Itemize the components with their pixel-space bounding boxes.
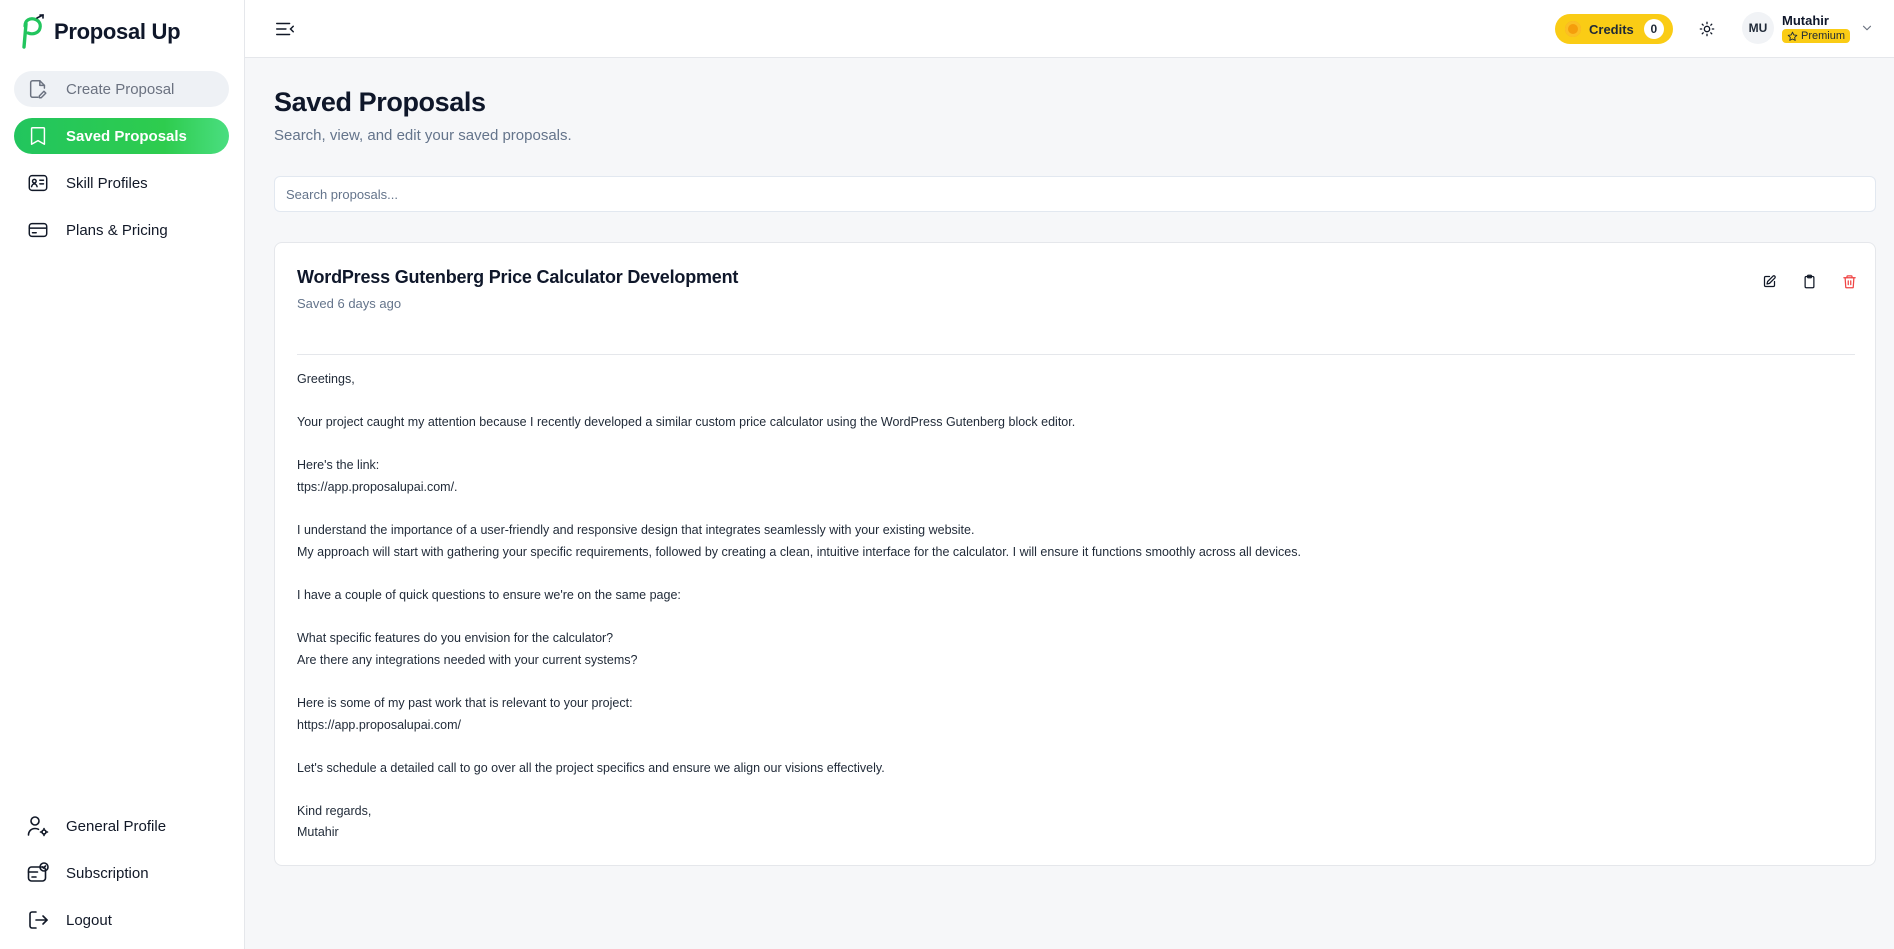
file-edit-icon	[26, 77, 50, 101]
app-logo[interactable]: Proposal Up	[20, 14, 181, 50]
user-menu[interactable]: MU Mutahir Premium	[1742, 12, 1874, 44]
id-card-icon	[26, 171, 50, 195]
star-icon	[1787, 31, 1798, 41]
proposal-line	[297, 499, 1847, 521]
proposal-line: I have a couple of quick questions to en…	[297, 587, 681, 602]
proposal-line: What specific features do you envision f…	[297, 631, 614, 646]
proposal-line: Your project caught my attention because…	[297, 415, 1076, 430]
sidebar-item-label: Skill Profiles	[66, 174, 148, 192]
proposal-line	[297, 434, 1847, 456]
logo-icon	[22, 14, 44, 49]
sidebar: Proposal Up Create Proposal Saved Propos…	[0, 0, 245, 949]
app-name: Proposal Up	[54, 19, 181, 44]
sidebar-item-label: Create Proposal	[66, 80, 175, 98]
credits-count: 0	[1643, 19, 1664, 39]
page-subtitle: Search, view, and edit your saved propos…	[274, 127, 572, 144]
clipboard-icon[interactable]	[1801, 273, 1817, 289]
sidebar-item-label: Logout	[66, 911, 112, 929]
plan-label: Premium	[1801, 30, 1846, 42]
proposal-line	[297, 563, 1847, 585]
sun-icon[interactable]	[1695, 17, 1719, 41]
proposal-saved-time: Saved 6 days ago	[297, 296, 402, 311]
chevron-down-icon	[1862, 25, 1872, 31]
proposal-line: ttps://app.proposalupai.com/.	[297, 479, 458, 494]
credits-label: Credits	[1589, 21, 1634, 37]
proposal-line: Mutahir	[297, 825, 339, 840]
sidebar-item-subscription[interactable]: Subscription	[14, 855, 229, 891]
proposal-line: https://app.proposalupai.com/	[297, 717, 461, 732]
proposal-line: I understand the importance of a user-fr…	[297, 523, 975, 538]
topbar: Credits 0 MU Mutahir Premium	[245, 0, 1894, 58]
sidebar-item-plans-pricing[interactable]: Plans & Pricing	[14, 212, 229, 248]
user-info: Mutahir Premium	[1782, 13, 1851, 43]
avatar: MU	[1742, 12, 1774, 44]
collapse-menu-icon[interactable]	[274, 18, 296, 40]
proposal-line	[297, 736, 1847, 758]
coin-icon	[1565, 21, 1581, 37]
plan-badge: Premium	[1782, 29, 1851, 43]
proposal-line: Greetings,	[297, 372, 355, 386]
sidebar-item-label: Plans & Pricing	[66, 221, 168, 239]
credits-button[interactable]: Credits 0	[1555, 14, 1673, 44]
edit-icon[interactable]	[1761, 273, 1777, 289]
sidebar-item-label: General Profile	[66, 817, 167, 835]
sidebar-item-skill-profiles[interactable]: Skill Profiles	[14, 165, 229, 201]
sidebar-item-saved-proposals[interactable]: Saved Proposals	[14, 118, 229, 154]
sidebar-item-general-profile[interactable]: General Profile	[14, 808, 229, 844]
divider	[297, 354, 1855, 355]
proposal-line: Are there any integrations needed with y…	[297, 652, 638, 667]
subscription-icon	[26, 861, 50, 885]
sidebar-nav: Create Proposal Saved Proposals Skill Pr…	[14, 71, 229, 259]
proposal-actions	[1761, 273, 1857, 289]
sidebar-item-logout[interactable]: Logout	[14, 902, 229, 938]
proposal-line	[297, 607, 1847, 629]
sidebar-item-label: Saved Proposals	[66, 127, 187, 145]
proposal-title: WordPress Gutenberg Price Calculator Dev…	[297, 267, 739, 287]
proposal-line	[297, 779, 1847, 801]
search-input[interactable]	[274, 176, 1876, 212]
proposal-body: Greetings, Your project caught my attent…	[297, 369, 1847, 844]
sidebar-item-create-proposal[interactable]: Create Proposal	[14, 71, 229, 107]
credit-card-icon	[26, 218, 50, 242]
proposal-line: Kind regards,	[297, 803, 372, 818]
proposal-line: My approach will start with gathering yo…	[297, 544, 1301, 559]
sidebar-bottom-nav: General Profile Subscription Logout	[14, 808, 229, 949]
bookmark-icon	[26, 124, 50, 148]
proposal-card: WordPress Gutenberg Price Calculator Dev…	[274, 242, 1876, 866]
proposal-line	[297, 391, 1847, 413]
user-gear-icon	[26, 814, 50, 838]
proposal-line	[297, 671, 1847, 693]
page-title: Saved Proposals	[274, 87, 486, 117]
proposal-line: Here's the link:	[297, 458, 380, 473]
trash-icon[interactable]	[1841, 273, 1857, 289]
proposal-line: Let's schedule a detailed call to go ove…	[297, 760, 885, 775]
logout-icon	[26, 908, 50, 932]
user-name: Mutahir	[1782, 13, 1829, 28]
sidebar-item-label: Subscription	[66, 864, 149, 882]
proposal-line: Here is some of my past work that is rel…	[297, 695, 633, 710]
